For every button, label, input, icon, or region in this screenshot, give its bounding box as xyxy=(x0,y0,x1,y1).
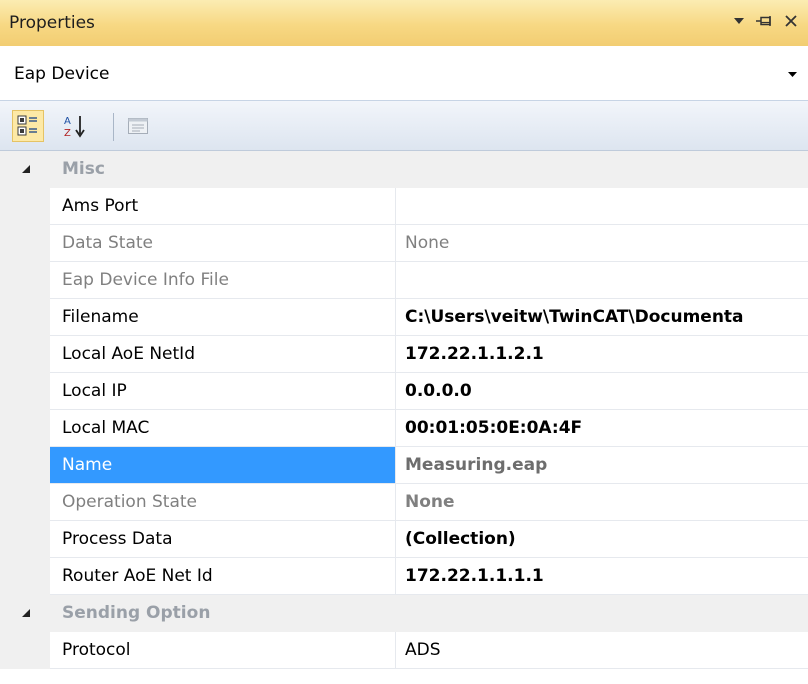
category-label: Misc xyxy=(62,159,105,179)
property-name: Name xyxy=(50,447,396,484)
sort-alphabetical-icon: A Z xyxy=(64,116,85,139)
property-name: Data State xyxy=(50,225,396,262)
svg-text:A: A xyxy=(64,116,71,127)
svg-text:Z: Z xyxy=(64,128,71,139)
row-gutter xyxy=(0,632,50,669)
row-gutter xyxy=(0,373,50,410)
close-icon xyxy=(785,15,797,27)
object-selector-combo[interactable]: Eap Device xyxy=(0,46,808,101)
property-row-data-state[interactable]: Data State None xyxy=(0,225,808,262)
property-value[interactable]: None xyxy=(396,225,808,262)
object-selector-dropdown-button[interactable] xyxy=(776,56,808,92)
property-row-local-aoe-netid[interactable]: Local AoE NetId 172.22.1.1.2.1 xyxy=(0,336,808,373)
property-pages-button[interactable] xyxy=(122,110,154,142)
property-pages-icon xyxy=(128,118,148,134)
property-value[interactable]: C:\Users\veitw\TwinCAT\Documenta xyxy=(396,299,808,336)
alphabetical-button[interactable]: A Z xyxy=(60,110,92,142)
property-value[interactable]: 172.22.1.1.1.1 xyxy=(396,558,808,595)
property-name: Router AoE Net Id xyxy=(50,558,396,595)
property-row-filename[interactable]: Filename C:\Users\veitw\TwinCAT\Document… xyxy=(0,299,808,336)
close-button[interactable] xyxy=(780,10,802,32)
property-name: Eap Device Info File xyxy=(50,262,396,299)
property-row-router-aoe-net-id[interactable]: Router AoE Net Id 172.22.1.1.1.1 xyxy=(0,558,808,595)
dropdown-arrow-icon xyxy=(734,18,744,24)
category-row-sending-option[interactable]: Sending Option xyxy=(0,595,808,632)
property-grid: Misc Ams Port Data State None Eap Device… xyxy=(0,151,808,684)
collapse-triangle-icon xyxy=(22,609,30,617)
title-controls xyxy=(728,10,802,32)
row-gutter xyxy=(0,447,50,484)
property-value[interactable] xyxy=(396,188,808,225)
property-value[interactable]: Measuring.eap xyxy=(396,447,808,484)
window-title: Properties xyxy=(9,13,95,33)
property-name: Operation State xyxy=(50,484,396,521)
row-gutter xyxy=(0,521,50,558)
property-row-local-mac[interactable]: Local MAC 00:01:05:0E:0A:4F xyxy=(0,410,808,447)
property-name: Local AoE NetId xyxy=(50,336,396,373)
property-value[interactable]: ADS xyxy=(396,632,808,669)
property-value[interactable]: 00:01:05:0E:0A:4F xyxy=(396,410,808,447)
property-name: Protocol xyxy=(50,632,396,669)
row-gutter xyxy=(0,225,50,262)
row-gutter xyxy=(0,188,50,225)
toolbar-separator xyxy=(113,113,114,141)
property-name: Local MAC xyxy=(50,410,396,447)
pin-icon xyxy=(756,16,771,26)
row-gutter xyxy=(0,484,50,521)
property-row-name-selected[interactable]: Name Measuring.eap xyxy=(0,447,808,484)
property-value[interactable] xyxy=(396,262,808,299)
categorized-button[interactable] xyxy=(12,110,44,142)
property-name: Local IP xyxy=(50,373,396,410)
property-row-operation-state[interactable]: Operation State None xyxy=(0,484,808,521)
property-name: Filename xyxy=(50,299,396,336)
property-row-local-ip[interactable]: Local IP 0.0.0.0 xyxy=(0,373,808,410)
property-row-ams-port[interactable]: Ams Port xyxy=(0,188,808,225)
row-gutter xyxy=(0,558,50,595)
property-value[interactable]: 172.22.1.1.2.1 xyxy=(396,336,808,373)
category-row-misc[interactable]: Misc xyxy=(0,151,808,188)
collapse-triangle-icon xyxy=(22,165,30,173)
property-row-process-data[interactable]: Process Data (Collection) xyxy=(0,521,808,558)
row-gutter xyxy=(0,410,50,447)
property-row-protocol[interactable]: Protocol ADS xyxy=(0,632,808,669)
property-value[interactable]: None xyxy=(396,484,808,521)
category-label: Sending Option xyxy=(62,603,211,623)
row-gutter xyxy=(0,336,50,373)
categorized-view-icon xyxy=(17,115,37,136)
properties-title-bar[interactable]: Properties xyxy=(0,0,808,46)
row-gutter xyxy=(0,262,50,299)
property-row-eap-device-info-file[interactable]: Eap Device Info File xyxy=(0,262,808,299)
auto-hide-pin-button[interactable] xyxy=(754,10,776,32)
row-gutter xyxy=(0,299,50,336)
property-value[interactable]: (Collection) xyxy=(396,521,808,558)
property-name: Process Data xyxy=(50,521,396,558)
properties-toolbar: A Z xyxy=(0,101,808,151)
chevron-down-icon xyxy=(787,71,797,77)
property-value[interactable]: 0.0.0.0 xyxy=(396,373,808,410)
object-selector-value: Eap Device xyxy=(14,64,110,84)
window-position-dropdown[interactable] xyxy=(728,10,750,32)
property-name: Ams Port xyxy=(50,188,396,225)
